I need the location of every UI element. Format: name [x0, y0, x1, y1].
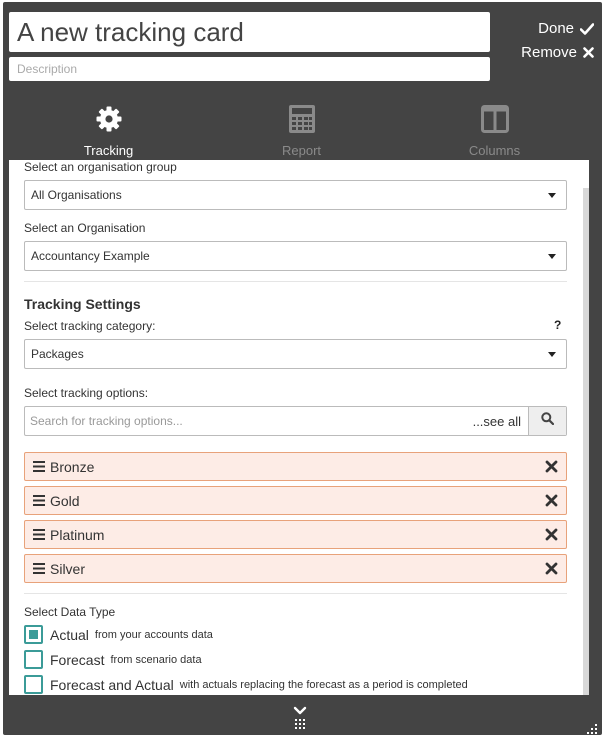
checkbox-unchecked[interactable] [24, 650, 43, 669]
remove-option-icon[interactable] [545, 460, 558, 473]
data-type-forecast-and-actual[interactable]: Forecast and Actual with actuals replaci… [24, 675, 468, 694]
see-all-link[interactable]: ...see all [473, 414, 528, 429]
drag-handle-icon[interactable] [33, 529, 45, 540]
remove-label: Remove [521, 44, 577, 61]
gear-icon [94, 104, 124, 134]
search-input[interactable] [25, 407, 473, 435]
remove-option-icon[interactable] [545, 494, 558, 507]
org-group-select[interactable]: All Organisations [24, 180, 567, 210]
caret-down-icon [548, 254, 556, 259]
tracking-category-value: Packages [31, 347, 84, 361]
data-type-actual-label: Actual [50, 626, 89, 643]
card-description-input[interactable] [9, 57, 490, 81]
expand-card-button[interactable] [292, 705, 308, 736]
data-type-actual-sub: from your accounts data [94, 628, 213, 641]
tracking-category-label: Select tracking category: [24, 319, 156, 333]
done-button[interactable]: Done [538, 20, 594, 37]
help-icon[interactable]: ? [554, 318, 561, 332]
tab-tracking-label: Tracking [83, 143, 134, 158]
tab-columns[interactable]: Columns [398, 100, 591, 158]
tab-report[interactable]: Report [205, 100, 398, 158]
tracking-option-bronze: Bronze [24, 452, 567, 481]
search-button[interactable] [528, 407, 566, 435]
data-type-forecast-sub: from scenario data [110, 653, 202, 666]
tracking-option-label: Bronze [50, 458, 95, 475]
resize-handle-icon[interactable] [586, 722, 598, 740]
tracking-option-silver: Silver [24, 554, 567, 583]
tracking-settings-title: Tracking Settings [24, 296, 141, 312]
tracking-options-search: ...see all [24, 406, 567, 436]
divider [24, 593, 567, 594]
data-type-forecast-and-actual-label: Forecast and Actual [50, 676, 174, 693]
data-type-forecast-label: Forecast [50, 651, 105, 668]
tracking-option-label: Gold [50, 492, 80, 509]
caret-down-icon [548, 193, 556, 198]
drag-handle-icon[interactable] [33, 563, 45, 574]
tracking-panel: Select an organisation group All Organis… [9, 160, 589, 695]
check-icon [580, 22, 594, 35]
data-type-actual[interactable]: Actual from your accounts data [24, 625, 213, 644]
tab-columns-label: Columns [468, 143, 521, 158]
tracking-category-select[interactable]: Packages [24, 339, 567, 369]
remove-button[interactable]: Remove [521, 44, 594, 61]
org-label: Select an Organisation [24, 221, 146, 235]
checkbox-unchecked[interactable] [24, 675, 43, 694]
remove-option-icon[interactable] [545, 562, 558, 575]
tracking-option-label: Silver [50, 560, 86, 577]
tracking-option-platinum: Platinum [24, 520, 567, 549]
checkbox-checked[interactable] [24, 625, 43, 644]
card-title-input[interactable] [9, 12, 490, 52]
org-select[interactable]: Accountancy Example [24, 241, 567, 271]
data-type-forecast-and-actual-sub: with actuals replacing the forecast as a… [179, 678, 468, 691]
calculator-icon [287, 104, 317, 134]
done-label: Done [538, 20, 574, 37]
tab-report-label: Report [281, 143, 322, 158]
tab-tracking[interactable]: Tracking [12, 100, 205, 158]
data-type-label: Select Data Type [24, 605, 116, 619]
tracking-options-label: Select tracking options: [24, 386, 149, 400]
org-group-label: Select an organisation group [24, 160, 177, 174]
drag-handle-icon[interactable] [33, 461, 45, 472]
org-value: Accountancy Example [31, 249, 150, 263]
card-tabs: Tracking Report Columns [9, 100, 590, 158]
columns-icon [480, 104, 510, 134]
data-type-forecast[interactable]: Forecast from scenario data [24, 650, 202, 669]
chevron-down-icon [292, 706, 308, 735]
remove-option-icon[interactable] [545, 528, 558, 541]
caret-down-icon [548, 352, 556, 357]
org-group-value: All Organisations [31, 188, 122, 202]
search-icon [541, 412, 555, 430]
divider [24, 281, 567, 282]
panel-scrollbar[interactable] [583, 188, 589, 695]
tracking-option-label: Platinum [50, 526, 105, 543]
close-icon [583, 47, 594, 58]
drag-handle-icon[interactable] [33, 495, 45, 506]
tracking-option-gold: Gold [24, 486, 567, 515]
